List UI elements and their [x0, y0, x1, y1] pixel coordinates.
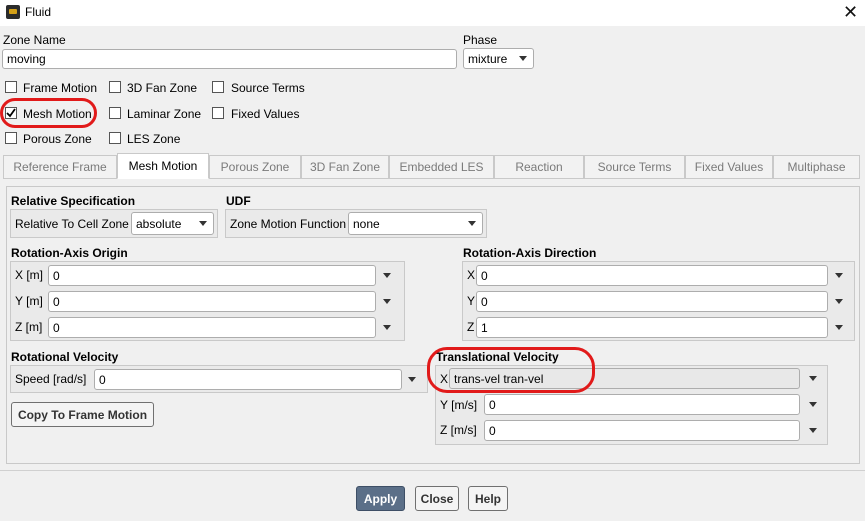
trans-z-input[interactable]: 0 [484, 420, 800, 441]
direction-x-chevron-down-icon[interactable] [835, 273, 843, 278]
tab-3d-fan-zone[interactable]: 3D Fan Zone [301, 155, 389, 179]
relative-to-cell-zone-label: Relative To Cell Zone [15, 217, 129, 231]
trans-y-chevron-down-icon[interactable] [809, 402, 817, 407]
tab-embedded-les[interactable]: Embedded LES [389, 155, 494, 179]
speed-input[interactable]: 0 [94, 369, 402, 390]
trans-z-chevron-down-icon[interactable] [809, 428, 817, 433]
direction-z-label: Z [467, 320, 475, 334]
copy-to-frame-motion-button[interactable]: Copy To Frame Motion [11, 402, 154, 427]
tab-reaction[interactable]: Reaction [494, 155, 584, 179]
origin-y-label: Y [m] [15, 294, 43, 308]
trans-z-label: Z [m/s] [440, 423, 477, 437]
checkbox-fixed-values[interactable] [212, 107, 224, 119]
origin-y-input[interactable]: 0 [48, 291, 376, 312]
direction-y-chevron-down-icon[interactable] [835, 299, 843, 304]
tab-mesh-motion[interactable]: Mesh Motion [117, 153, 209, 179]
checkbox-3d-fan-zone[interactable] [109, 81, 121, 93]
origin-x-label: X [m] [15, 268, 44, 282]
trans-x-chevron-down-icon[interactable] [809, 376, 817, 381]
tab-reference-frame[interactable]: Reference Frame [3, 155, 117, 179]
direction-z-input[interactable]: 1 [476, 317, 828, 338]
checkbox-fixed-values-label: Fixed Values [231, 107, 300, 121]
translational-velocity-highlight [427, 347, 595, 393]
direction-z-chevron-down-icon[interactable] [835, 325, 843, 330]
axis-direction-title: Rotation-Axis Direction [463, 246, 597, 260]
phase-label: Phase [463, 33, 498, 47]
direction-x-input[interactable]: 0 [476, 265, 828, 286]
speed-label: Speed [rad/s] [15, 372, 87, 386]
phase-value: mixture [468, 51, 508, 66]
help-button[interactable]: Help [468, 486, 508, 511]
trans-y-label: Y [m/s] [440, 398, 478, 412]
chevron-down-icon [519, 56, 527, 61]
title-bar [0, 0, 865, 26]
zone-motion-function-label: Zone Motion Function [230, 217, 347, 231]
tab-source-terms[interactable]: Source Terms [584, 155, 685, 179]
fluent-app-icon [6, 5, 20, 19]
direction-y-label: Y [467, 294, 476, 308]
checkbox-frame-motion[interactable] [5, 81, 17, 93]
origin-y-chevron-down-icon[interactable] [383, 299, 391, 304]
direction-x-label: X [467, 268, 476, 282]
footer-divider [0, 470, 865, 471]
origin-x-chevron-down-icon[interactable] [383, 273, 391, 278]
speed-chevron-down-icon[interactable] [408, 377, 416, 382]
udf-title: UDF [226, 194, 251, 208]
tab-multiphase[interactable]: Multiphase [773, 155, 860, 179]
checkbox-les-zone[interactable] [109, 132, 121, 144]
origin-z-label: Z [m] [15, 320, 43, 334]
zone-name-label: Zone Name [3, 33, 66, 47]
relative-to-cell-zone-dropdown[interactable]: absolute [131, 212, 214, 235]
checkbox-laminar-zone-label: Laminar Zone [127, 107, 202, 121]
zone-motion-function-value: none [353, 216, 380, 231]
zone-name-input[interactable]: moving [2, 49, 457, 69]
checkbox-frame-motion-label: Frame Motion [23, 81, 98, 95]
checkbox-porous-zone[interactable] [5, 132, 17, 144]
relative-spec-title: Relative Specification [11, 194, 136, 208]
close-window-icon[interactable]: ✕ [843, 2, 858, 22]
checkbox-porous-zone-label: Porous Zone [23, 132, 92, 146]
axis-origin-title: Rotation-Axis Origin [11, 246, 128, 260]
zone-motion-function-dropdown[interactable]: none [348, 212, 483, 235]
tab-porous-zone[interactable]: Porous Zone [209, 155, 301, 179]
relative-to-cell-zone-value: absolute [136, 216, 182, 231]
origin-z-chevron-down-icon[interactable] [383, 325, 391, 330]
origin-z-input[interactable]: 0 [48, 317, 376, 338]
rotational-velocity-title: Rotational Velocity [11, 350, 119, 364]
checkbox-3d-fan-zone-label: 3D Fan Zone [127, 81, 198, 95]
checkbox-laminar-zone[interactable] [109, 107, 121, 119]
tab-fixed-values[interactable]: Fixed Values [685, 155, 773, 179]
checkbox-les-zone-label: LES Zone [127, 132, 181, 146]
phase-dropdown[interactable]: mixture [463, 48, 534, 69]
direction-y-input[interactable]: 0 [476, 291, 828, 312]
apply-button[interactable]: Apply [356, 486, 405, 511]
mesh-motion-highlight [0, 98, 97, 128]
checkbox-source-terms[interactable] [212, 81, 224, 93]
origin-x-input[interactable]: 0 [48, 265, 376, 286]
chevron-down-icon [468, 221, 476, 226]
checkbox-source-terms-label: Source Terms [231, 81, 305, 95]
chevron-down-icon [199, 221, 207, 226]
close-button[interactable]: Close [415, 486, 459, 511]
trans-y-input[interactable]: 0 [484, 394, 800, 415]
window-title: Fluid [25, 5, 52, 19]
